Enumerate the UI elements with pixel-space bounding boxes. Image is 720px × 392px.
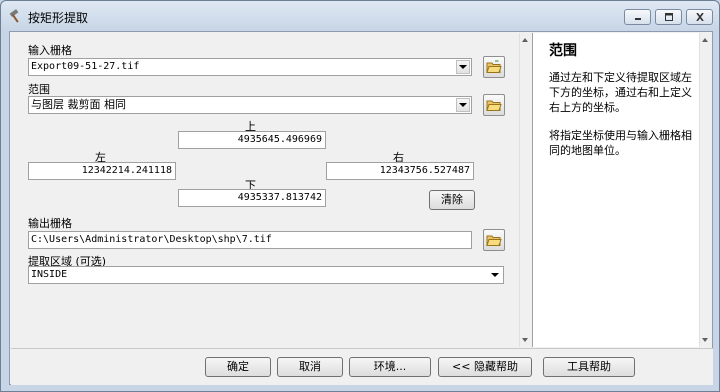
extent-label: 范围 (28, 83, 50, 96)
help-paragraph: 通过左和下定义待提取区域左下方的坐标，通过右和上定义右上方的坐标。 (549, 71, 692, 114)
cancel-button[interactable]: 取消 (277, 357, 343, 377)
help-scrollbar[interactable] (699, 33, 710, 347)
open-folder-icon (486, 60, 502, 73)
output-raster-value: C:\Users\Administrator\Desktop\shp\7.tif (31, 234, 272, 245)
help-paragraph: 将指定坐标使用与输入栅格相同的地图单位。 (549, 129, 692, 157)
dialog-window: 按矩形提取 输入栅格 Export09-51-27.tif 范围 与图层 裁剪面… (0, 0, 720, 392)
window-title: 按矩形提取 (28, 11, 89, 25)
scroll-down-icon[interactable] (522, 338, 528, 342)
hide-help-button[interactable]: << 隐藏帮助 (438, 357, 532, 377)
ok-button[interactable]: 确定 (205, 357, 271, 377)
left-coordinate-value: 12342214.241118 (81, 165, 172, 176)
input-raster-browse-button[interactable] (483, 56, 505, 78)
input-raster-value: Export09-51-27.tif (31, 61, 140, 72)
parameters-scrollbar[interactable] (519, 33, 530, 347)
parameters-pane: 输入栅格 Export09-51-27.tif 范围 与图层 裁剪面 相同 上 … (11, 33, 523, 347)
title-bar[interactable]: 按矩形提取 (1, 1, 719, 31)
button-bar: 确定 取消 环境... << 隐藏帮助 工具帮助 (11, 348, 713, 385)
help-title: 范围 (549, 43, 577, 59)
extent-combobox[interactable]: 与图层 裁剪面 相同 (28, 96, 472, 114)
bottom-coordinate-input[interactable]: 4935337.813742 (178, 189, 326, 207)
help-pane: 范围 通过左和下定义待提取区域左下方的坐标，通过右和上定义右上方的坐标。 将指定… (532, 33, 699, 347)
input-raster-label: 输入栅格 (28, 44, 72, 57)
clear-button[interactable]: 清除 (429, 190, 475, 210)
close-icon (695, 13, 704, 21)
output-raster-label: 输出栅格 (28, 217, 72, 230)
left-coordinate-input[interactable]: 12342214.241118 (28, 162, 176, 180)
hammer-icon (8, 8, 24, 24)
maximize-icon (664, 13, 673, 21)
scroll-down-icon[interactable] (702, 338, 708, 342)
input-raster-combobox[interactable]: Export09-51-27.tif (28, 58, 472, 76)
environments-button[interactable]: 环境... (349, 357, 431, 377)
right-coordinate-value: 12343756.527487 (379, 165, 470, 176)
dialog-client: 输入栅格 Export09-51-27.tif 范围 与图层 裁剪面 相同 上 … (9, 31, 713, 385)
right-coordinate-input[interactable]: 12343756.527487 (326, 162, 474, 180)
scroll-up-icon[interactable] (702, 38, 708, 42)
extent-browse-button[interactable] (483, 94, 505, 116)
maximize-button[interactable] (655, 9, 682, 25)
open-folder-icon (486, 235, 502, 246)
extent-value: 与图层 裁剪面 相同 (31, 98, 126, 111)
minimize-button[interactable] (624, 9, 651, 25)
close-button[interactable] (686, 9, 713, 25)
output-raster-input[interactable]: C:\Users\Administrator\Desktop\shp\7.tif (28, 231, 472, 249)
chevron-down-icon[interactable] (491, 273, 499, 277)
top-coordinate-input[interactable]: 4935645.496969 (178, 131, 326, 149)
minimize-icon (634, 18, 641, 20)
bottom-coordinate-value: 4935337.813742 (237, 192, 322, 203)
open-folder-icon (486, 100, 502, 111)
tool-help-button[interactable]: 工具帮助 (543, 357, 635, 377)
output-raster-browse-button[interactable] (483, 229, 505, 251)
top-coordinate-value: 4935645.496969 (237, 134, 322, 145)
chevron-down-icon[interactable] (456, 98, 470, 112)
scroll-up-icon[interactable] (522, 38, 528, 42)
extraction-area-value: INSIDE (31, 269, 68, 280)
chevron-down-icon[interactable] (456, 60, 470, 74)
extraction-area-select[interactable]: INSIDE (28, 266, 504, 284)
